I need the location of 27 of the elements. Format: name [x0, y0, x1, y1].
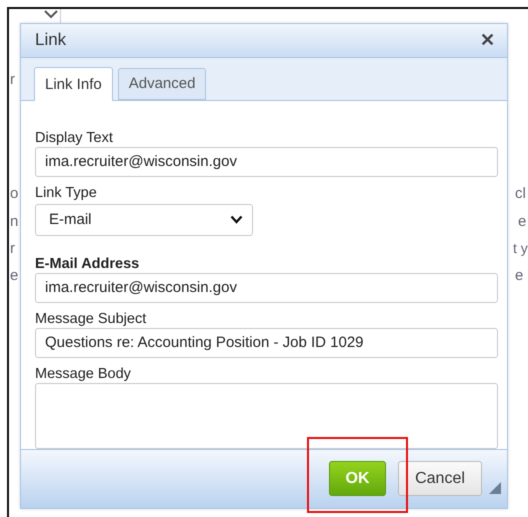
- field-label: Link Type: [35, 184, 98, 201]
- background-text: r: [10, 240, 15, 257]
- background-text: t y: [513, 240, 528, 256]
- background-text: r: [10, 71, 15, 88]
- message-body-field[interactable]: [35, 382, 498, 449]
- resize-grip-icon[interactable]: [489, 482, 501, 494]
- text-field[interactable]: Questions re: Accounting Position - Job ID 1029: [35, 328, 498, 358]
- cancel-button[interactable]: Cancel: [398, 461, 482, 496]
- field-label: Message Subject: [35, 310, 148, 327]
- field-label: Display Text: [35, 130, 114, 146]
- background-text: cl: [515, 185, 526, 202]
- background-text: e: [515, 267, 524, 284]
- background-text: e: [10, 267, 18, 284]
- tab[interactable]: Advanced: [118, 68, 206, 100]
- text-field[interactable]: ima.recruiter@wisconsin.gov: [35, 272, 498, 303]
- link-type-dropdown[interactable]: E-mail: [35, 204, 253, 236]
- close-button[interactable]: ✕: [480, 29, 495, 52]
- chevron-icon: [43, 9, 59, 19]
- background-text: n: [10, 213, 18, 230]
- field-label: Message Body: [35, 366, 132, 382]
- background-text: e: [518, 213, 526, 230]
- caret-icon: [230, 215, 243, 224]
- background-text: o: [10, 185, 18, 202]
- dialog-title: Link: [35, 30, 66, 50]
- field-label: E-Mail Address: [35, 256, 140, 272]
- tab[interactable]: Link Info: [34, 66, 113, 101]
- text-field[interactable]: ima.recruiter@wisconsin.gov: [35, 146, 498, 177]
